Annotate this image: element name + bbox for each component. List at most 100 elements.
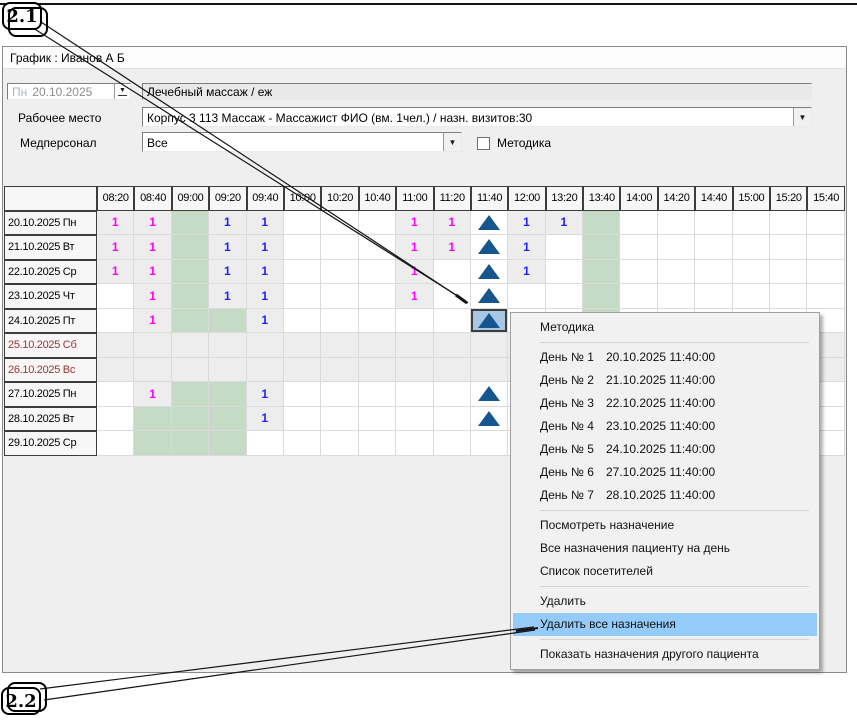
slot-cell[interactable]: [134, 333, 171, 358]
dropdown-arrow-icon[interactable]: ▼: [793, 108, 811, 126]
slot-cell[interactable]: [434, 431, 471, 456]
slot-cell[interactable]: [172, 235, 209, 260]
slot-cell[interactable]: [434, 333, 471, 358]
slot-cell[interactable]: [284, 284, 321, 309]
slot-cell[interactable]: [321, 333, 358, 358]
slot-cell[interactable]: [321, 309, 358, 334]
slot-cell[interactable]: [321, 211, 358, 236]
slot-cell[interactable]: [172, 309, 209, 334]
menu-item-view-appointment[interactable]: Посмотреть назначение: [513, 514, 817, 537]
slot-cell[interactable]: [284, 333, 321, 358]
slot-cell[interactable]: [471, 211, 508, 236]
slot-cell[interactable]: [284, 309, 321, 334]
slot-cell[interactable]: 1: [434, 211, 471, 236]
slot-cell[interactable]: [434, 284, 471, 309]
slot-cell[interactable]: [284, 358, 321, 383]
slot-cell[interactable]: [807, 235, 844, 260]
slot-cell[interactable]: [359, 382, 396, 407]
slot-cell[interactable]: [284, 235, 321, 260]
slot-cell[interactable]: 1: [134, 211, 171, 236]
slot-cell[interactable]: [172, 260, 209, 285]
slot-cell[interactable]: [321, 260, 358, 285]
slot-cell[interactable]: 1: [97, 211, 134, 236]
slot-cell[interactable]: 1: [247, 382, 284, 407]
slot-cell[interactable]: [134, 431, 171, 456]
slot-cell[interactable]: [733, 260, 770, 285]
slot-cell[interactable]: [434, 309, 471, 334]
date-combobox[interactable]: Пн20.10.2025 ▼: [7, 83, 131, 100]
slot-cell[interactable]: [396, 407, 433, 432]
workplace-combobox[interactable]: Корпус 3 113 Массаж - Массажист ФИО (вм.…: [142, 107, 812, 127]
slot-cell[interactable]: [359, 358, 396, 383]
slot-cell[interactable]: [396, 358, 433, 383]
slot-cell[interactable]: [733, 235, 770, 260]
slot-cell[interactable]: [209, 431, 246, 456]
slot-cell[interactable]: 1: [247, 284, 284, 309]
slot-cell[interactable]: [770, 235, 807, 260]
dropdown-arrow-icon[interactable]: ▼: [443, 133, 461, 151]
slot-cell[interactable]: [359, 407, 396, 432]
slot-cell[interactable]: [97, 358, 134, 383]
slot-cell[interactable]: [620, 235, 657, 260]
slot-cell[interactable]: [284, 431, 321, 456]
slot-cell[interactable]: [658, 284, 695, 309]
menu-item-methodika[interactable]: Методика: [513, 316, 817, 339]
slot-cell[interactable]: [733, 284, 770, 309]
slot-cell[interactable]: [321, 382, 358, 407]
staff-combobox[interactable]: Все ▼: [142, 132, 462, 152]
slot-cell[interactable]: [807, 284, 844, 309]
slot-cell[interactable]: 1: [209, 235, 246, 260]
slot-cell[interactable]: 1: [396, 260, 433, 285]
slot-cell[interactable]: [97, 407, 134, 432]
slot-cell[interactable]: 1: [396, 211, 433, 236]
slot-cell[interactable]: 1: [209, 260, 246, 285]
slot-cell[interactable]: 1: [97, 235, 134, 260]
slot-cell[interactable]: 1: [247, 211, 284, 236]
slot-cell[interactable]: [247, 431, 284, 456]
slot-cell[interactable]: [471, 260, 508, 285]
slot-cell[interactable]: [620, 260, 657, 285]
slot-cell[interactable]: [770, 284, 807, 309]
slot-cell[interactable]: [583, 284, 620, 309]
slot-cell[interactable]: [396, 382, 433, 407]
slot-cell[interactable]: [209, 382, 246, 407]
slot-cell[interactable]: [172, 333, 209, 358]
slot-cell[interactable]: 1: [134, 260, 171, 285]
slot-cell[interactable]: [770, 260, 807, 285]
slot-cell[interactable]: 1: [508, 235, 545, 260]
slot-cell[interactable]: [247, 358, 284, 383]
slot-cell[interactable]: [284, 382, 321, 407]
slot-cell[interactable]: [209, 333, 246, 358]
menu-item-show-other-patient[interactable]: Показать назначения другого пациента: [513, 643, 817, 666]
slot-cell[interactable]: 1: [134, 284, 171, 309]
slot-cell[interactable]: [172, 358, 209, 383]
slot-cell[interactable]: [471, 235, 508, 260]
menu-item-day-7[interactable]: День № 728.10.2025 11:40:00: [513, 484, 817, 507]
slot-cell[interactable]: [321, 284, 358, 309]
slot-cell[interactable]: [321, 235, 358, 260]
menu-item-day-5[interactable]: День № 524.10.2025 11:40:00: [513, 438, 817, 461]
slot-cell[interactable]: [471, 431, 508, 456]
slot-cell[interactable]: [359, 260, 396, 285]
methodika-checkbox[interactable]: [477, 137, 490, 150]
menu-item-visitor-list[interactable]: Список посетителей: [513, 560, 817, 583]
slot-cell[interactable]: [321, 431, 358, 456]
slot-cell[interactable]: [209, 358, 246, 383]
slot-cell[interactable]: [396, 309, 433, 334]
slot-cell[interactable]: [97, 309, 134, 334]
slot-cell[interactable]: [434, 260, 471, 285]
slot-cell[interactable]: [172, 407, 209, 432]
slot-cell[interactable]: [434, 358, 471, 383]
slot-cell[interactable]: [172, 211, 209, 236]
slot-cell[interactable]: [396, 431, 433, 456]
slot-cell[interactable]: [359, 235, 396, 260]
slot-cell[interactable]: [733, 211, 770, 236]
slot-cell[interactable]: [695, 235, 732, 260]
slot-cell[interactable]: 1: [247, 407, 284, 432]
slot-cell[interactable]: 1: [396, 235, 433, 260]
slot-cell[interactable]: 1: [134, 235, 171, 260]
slot-cell[interactable]: 1: [508, 211, 545, 236]
slot-cell[interactable]: [620, 211, 657, 236]
slot-cell[interactable]: [546, 235, 583, 260]
slot-cell[interactable]: [807, 260, 844, 285]
